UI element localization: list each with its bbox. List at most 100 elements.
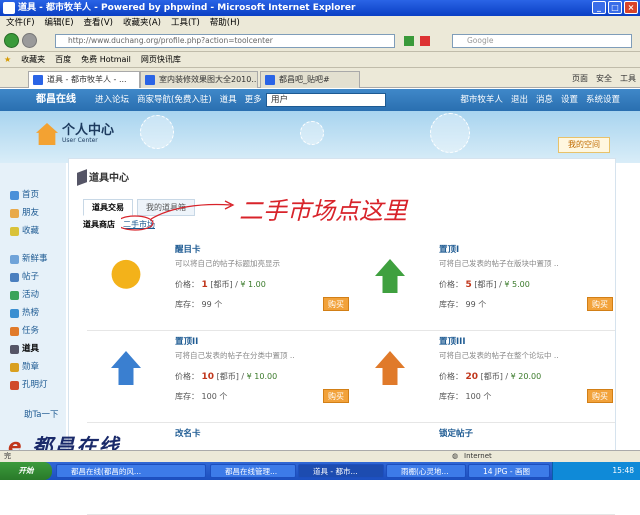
dandelion-decor — [430, 113, 470, 153]
settings-link[interactable]: 设置 — [561, 89, 578, 111]
sidebar-item-activities[interactable]: 活动 — [22, 289, 39, 301]
zone-text: Internet — [464, 452, 492, 460]
nav-merchants[interactable]: 商家导航(免费入驻) — [137, 89, 212, 111]
price-currency: [都币] — [216, 372, 239, 381]
tool-desc: 可以将自己的帖子标题加亮显示 — [175, 259, 280, 268]
menu-help[interactable]: 帮助(H) — [210, 16, 240, 30]
star-icon[interactable]: ★ — [4, 52, 11, 67]
up-arrow2-icon — [111, 351, 141, 385]
task-button-2[interactable]: 都昌在线管理... — [210, 464, 296, 478]
clock: 15:48 — [612, 466, 634, 475]
tool-desc: 可将自己发表的帖子在分类中置顶 .. — [175, 351, 295, 360]
user-name[interactable]: 都市牧羊人 — [460, 89, 503, 111]
sidebar-item-tasks[interactable]: 任务 — [22, 325, 39, 337]
tool-stock: 库存： 100 个 — [175, 391, 227, 402]
browser-tab-1[interactable]: 道具 - 都市牧羊人 - ... — [28, 71, 140, 88]
hot-icon — [10, 309, 19, 318]
stop-icon[interactable] — [420, 36, 430, 46]
my-space-button[interactable]: 我的空间 — [558, 137, 610, 153]
buy-button[interactable]: 购买 — [323, 297, 349, 311]
handwritten-annotation: 二手市场点这里 — [121, 197, 409, 231]
sidebar-item-tools[interactable]: 道具 — [22, 343, 39, 355]
tool-icon — [10, 345, 19, 354]
star-icon — [10, 227, 19, 236]
task-button-4[interactable]: 雨棚(心灵地... — [386, 464, 466, 478]
menu-view[interactable]: 查看(V) — [84, 16, 113, 30]
tool-price: 价格： 20 [都币] / ¥ 20.00 — [439, 372, 542, 382]
tool-name[interactable]: 醒目卡 — [175, 243, 201, 255]
search-input[interactable]: Google — [452, 34, 632, 48]
buy-button[interactable]: 购买 — [587, 389, 613, 403]
cmd-page[interactable]: 页面 — [572, 71, 588, 87]
site-logo[interactable]: 都昌在线 — [36, 89, 76, 111]
status-text: 完 — [4, 452, 11, 460]
tool-name[interactable]: 置顶II — [175, 335, 198, 347]
tool-price: 价格： 10 [都币] / ¥ 10.00 — [175, 372, 278, 382]
forward-icon[interactable] — [22, 33, 37, 48]
cmd-tools[interactable]: 工具 — [620, 71, 636, 87]
browser-tab-3[interactable]: 都昌吧_贴吧# — [260, 71, 360, 88]
user-search-input[interactable]: 用户 — [266, 93, 386, 107]
tool-shop-link[interactable]: 道具商店 — [83, 219, 115, 230]
tool-name[interactable]: 置顶III — [439, 335, 466, 347]
tool-price: 价格： 1 [都币] / ¥ 1.00 — [175, 280, 266, 290]
price-currency: [都币] — [480, 372, 503, 381]
task-button-5[interactable]: 14 JPG - 画图 — [468, 464, 550, 478]
bulb-icon — [111, 259, 141, 289]
sidebar-item-medals[interactable]: 勋章 — [22, 361, 39, 373]
price-alt: ¥ 10.00 — [246, 372, 278, 381]
stock-value: 99 个 — [465, 300, 487, 309]
up-arrow-icon — [375, 259, 405, 293]
nav-tools[interactable]: 道具 — [220, 89, 237, 111]
stock-value: 99 个 — [201, 300, 223, 309]
sidebar-item-lantern[interactable]: 孔明灯 — [22, 379, 48, 391]
fav-link-slices[interactable]: 网页快讯库 — [141, 52, 181, 67]
page-icon — [265, 75, 275, 85]
menu-favorites[interactable]: 收藏夹(A) — [123, 16, 161, 30]
menu-edit[interactable]: 编辑(E) — [45, 16, 74, 30]
friends-icon — [10, 209, 19, 218]
buy-button[interactable]: 购买 — [323, 389, 349, 403]
sidebar-item-help-others[interactable]: 助Ta一下 — [24, 409, 59, 421]
price-currency: [都币] — [474, 280, 497, 289]
task-button-1[interactable]: 都昌在线(都昌的风... — [56, 464, 206, 478]
price-value: 5 — [465, 280, 472, 290]
sidebar-item-home[interactable]: 首页 — [22, 189, 39, 201]
browser-tab-2[interactable]: 室内装修效果图大全2010... — [140, 71, 258, 88]
activity-icon — [10, 291, 19, 300]
minimize-button[interactable]: _ — [592, 1, 606, 14]
close-button[interactable]: × — [624, 1, 638, 14]
fav-link-baidu[interactable]: 百度 — [55, 52, 71, 67]
tool-name[interactable]: 改名卡 — [175, 427, 201, 439]
fav-link-hotmail[interactable]: 免费 Hotmail — [81, 52, 131, 67]
back-icon[interactable] — [4, 33, 19, 48]
task-button-3[interactable]: 道具 - 都市... — [298, 464, 384, 478]
menu-tools[interactable]: 工具(T) — [171, 16, 200, 30]
logout-link[interactable]: 退出 — [511, 89, 528, 111]
cmd-safety[interactable]: 安全 — [596, 71, 612, 87]
url-input[interactable]: http://www.duchang.org/profile.php?actio… — [55, 34, 395, 48]
start-button[interactable]: 开始 — [0, 462, 52, 480]
messages-link[interactable]: 消息 — [536, 89, 553, 111]
tool-name[interactable]: 置顶I — [439, 243, 459, 255]
menu-file[interactable]: 文件(F) — [6, 16, 35, 30]
tool-card: 置顶III 可将自己发表的帖子在整个论坛中 .. 价格： 20 [都币] / ¥ 2… — [351, 333, 615, 423]
sidebar-item-friends[interactable]: 朋友 — [22, 207, 39, 219]
refresh-icon[interactable] — [404, 36, 414, 46]
post-icon — [10, 273, 19, 282]
box-icon — [77, 169, 87, 186]
favorites-button[interactable]: 收藏夹 — [21, 52, 45, 67]
tool-desc: 可将自己发表的帖子在整个论坛中 .. — [439, 351, 559, 360]
sidebar-item-news[interactable]: 新鲜事 — [22, 253, 48, 265]
nav-more[interactable]: 更多 — [245, 89, 262, 111]
sidebar-item-hot[interactable]: 热榜 — [22, 307, 39, 319]
price-label: 价格： — [175, 372, 199, 381]
price-value: 10 — [201, 372, 215, 382]
tool-name[interactable]: 锁定帖子 — [439, 427, 473, 439]
sidebar-item-posts[interactable]: 帖子 — [22, 271, 39, 283]
buy-button[interactable]: 购买 — [587, 297, 613, 311]
maximize-button[interactable]: □ — [608, 1, 622, 14]
nav-forum[interactable]: 进入论坛 — [95, 89, 129, 111]
system-settings-link[interactable]: 系统设置 — [586, 89, 620, 111]
sidebar-item-favorites[interactable]: 收藏 — [22, 225, 39, 237]
